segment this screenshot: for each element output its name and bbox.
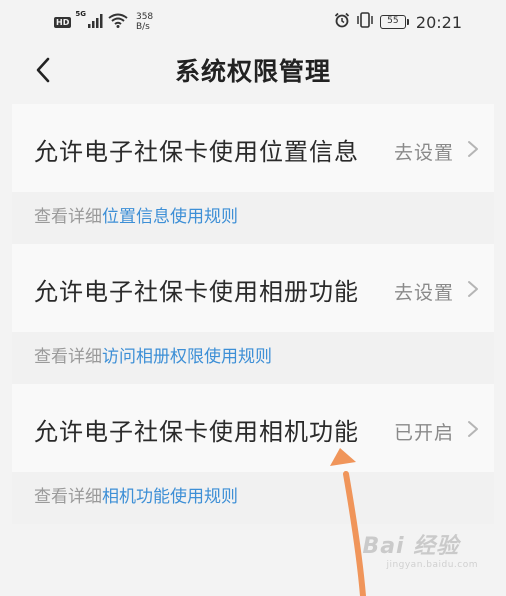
permission-row-location[interactable]: 允许电子社保卡使用位置信息 去设置 [12,104,494,192]
wifi-icon [108,13,128,32]
detail-line: 查看详细访问相册权限使用规则 [34,342,272,367]
battery-icon: 55 [379,15,409,29]
watermark-url: jingyan.baidu.com [386,560,478,570]
chevron-right-icon [466,140,480,158]
nav-bar: 系统权限管理 [0,44,506,100]
page-title: 系统权限管理 [174,57,331,86]
permission-card-location: 允许电子社保卡使用位置信息 去设置 查看详细位置信息使用规则 [12,104,494,244]
baidu-watermark: Bai 经验 jingyan.baidu.com [362,528,478,570]
permission-status: 已开启 [393,422,454,444]
network-speed: 358 B/s [136,12,153,32]
network-type-label: 5G [75,10,86,18]
location-rules-link[interactable]: 位置信息使用规则 [102,207,238,227]
album-rules-link[interactable]: 访问相册权限使用规则 [102,347,272,367]
watermark-logo-text: Bai 经验 [362,534,460,559]
network-speed-unit: B/s [135,22,150,32]
clock-time: 20:21 [415,12,462,32]
detail-prefix: 查看详细 [34,347,102,367]
status-bar-right: 55 20:21 [334,12,462,32]
permission-detail-camera: 查看详细相机功能使用规则 [12,472,494,524]
detail-prefix: 查看详细 [34,207,102,227]
permission-detail-location: 查看详细位置信息使用规则 [12,192,494,244]
permission-label: 允许电子社保卡使用位置信息 [34,138,359,166]
permission-card-album: 允许电子社保卡使用相册功能 去设置 查看详细访问相册权限使用规则 [12,244,494,384]
permission-status: 去设置 [393,142,454,164]
permission-card-camera: 允许电子社保卡使用相机功能 已开启 查看详细相机功能使用规则 [12,384,494,524]
alarm-clock-icon [334,12,350,32]
permission-detail-album: 查看详细访问相册权限使用规则 [12,332,494,384]
detail-line: 查看详细位置信息使用规则 [34,202,238,227]
permission-row-camera[interactable]: 允许电子社保卡使用相机功能 已开启 [12,384,494,472]
permission-status: 去设置 [393,282,454,304]
status-bar: HD 5G 358 B/s 55 20:21 [0,0,506,44]
vibrate-icon [356,12,374,32]
permission-label: 允许电子社保卡使用相机功能 [34,418,359,446]
chevron-right-icon [466,420,480,438]
camera-rules-link[interactable]: 相机功能使用规则 [102,487,238,507]
detail-prefix: 查看详细 [34,487,102,507]
hd-badge: HD [54,16,72,28]
status-bar-left: HD 5G 358 B/s [54,10,153,32]
detail-line: 查看详细相机功能使用规则 [34,482,238,507]
permission-label: 允许电子社保卡使用相册功能 [34,278,359,306]
cellular-signal-icon [87,13,104,32]
network-speed-value: 358 [135,12,154,22]
chevron-right-icon [466,280,480,298]
permission-row-album[interactable]: 允许电子社保卡使用相册功能 去设置 [12,244,494,332]
